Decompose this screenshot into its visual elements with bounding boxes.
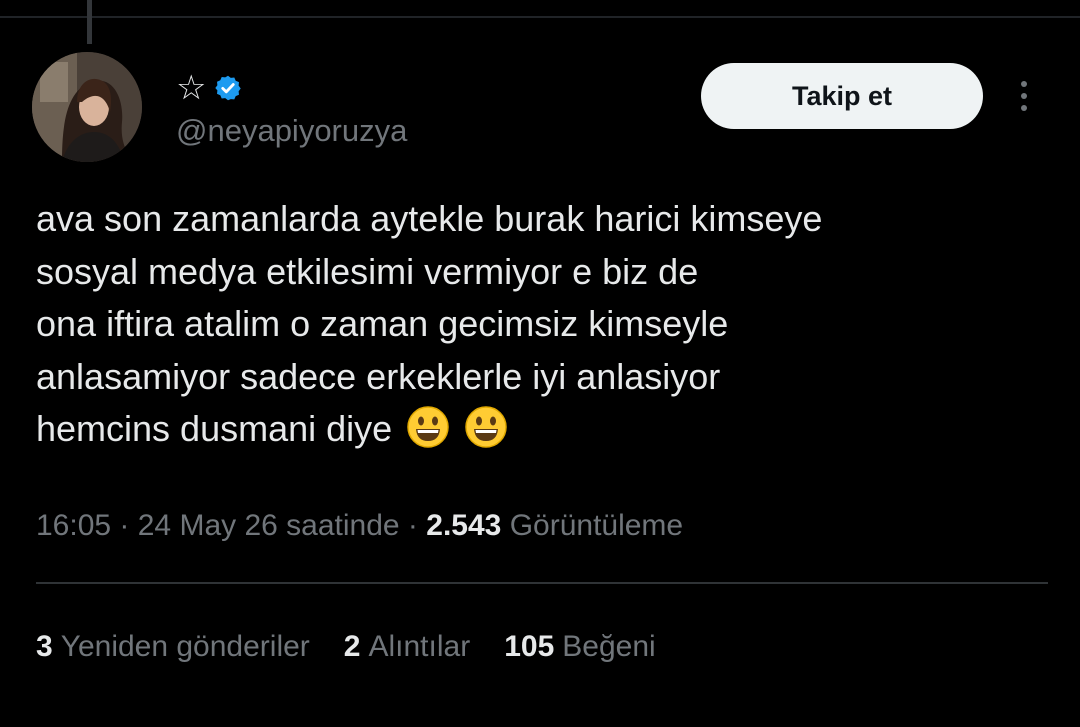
grinning-face-emoji-icon [465, 406, 507, 448]
quotes-label: Alıntılar [368, 630, 471, 663]
top-divider [0, 16, 1080, 18]
author-avatar[interactable] [32, 52, 142, 162]
meta-separator: · [111, 509, 138, 542]
follow-button[interactable]: Takip et [701, 63, 983, 129]
tweet-last-line: hemcins dusmani diye [36, 403, 1046, 456]
tweet-meta: 16:05 · 24 May 26 saatinde · 2.543 Görün… [36, 506, 683, 546]
views-count: 2.543 [426, 509, 502, 542]
more-options-icon[interactable] [1010, 76, 1038, 116]
stats-divider [36, 582, 1048, 584]
tweet-line: anlasamiyor sadece erkeklerle iyi anlasi… [36, 355, 721, 397]
likes-stat[interactable]: 105 Beğeni [504, 627, 655, 667]
tweet-date[interactable]: 24 May 26 saatinde [138, 509, 400, 542]
meta-separator: · [399, 509, 427, 542]
grinning-face-emoji-icon [407, 406, 449, 448]
verified-badge-icon [215, 75, 242, 101]
likes-label: Beğeni [562, 630, 656, 663]
author-display-name[interactable]: ☆ [176, 68, 206, 108]
tweet-line: ava son zamanlarda aytekle burak harici … [36, 198, 823, 239]
retweets-stat[interactable]: 3 Yeniden gönderiler [36, 627, 310, 667]
quotes-stat[interactable]: 2 Alıntılar [344, 627, 470, 667]
author-handle[interactable]: @neyapiyoruzya [176, 112, 407, 150]
author-name-row: ☆ [176, 68, 242, 108]
views-label: Görüntüleme [509, 509, 684, 542]
more-dot [1021, 93, 1027, 99]
more-dot [1021, 105, 1027, 111]
likes-count: 105 [504, 630, 555, 663]
retweets-count: 3 [36, 630, 53, 663]
quotes-count: 2 [343, 630, 361, 663]
tweet-line: hemcins dusmani diye [36, 408, 393, 449]
engagement-stats: 3 Yeniden gönderiler 2 Alıntılar 105 Beğeni [36, 627, 656, 667]
tweet-text: ava son zamanlarda aytekle burak harici … [36, 193, 1046, 456]
more-dot [1021, 81, 1027, 87]
tweet-line: ona iftira atalim o zaman gecimsiz kimse… [36, 303, 729, 344]
retweets-label: Yeniden gönderiler [60, 630, 310, 663]
avatar-photo [32, 52, 142, 162]
thread-connector-line [87, 0, 92, 44]
tweet-line: sosyal medya etkilesimi vermiyor e biz d… [36, 250, 699, 292]
tweet-time[interactable]: 16:05 [36, 509, 111, 542]
